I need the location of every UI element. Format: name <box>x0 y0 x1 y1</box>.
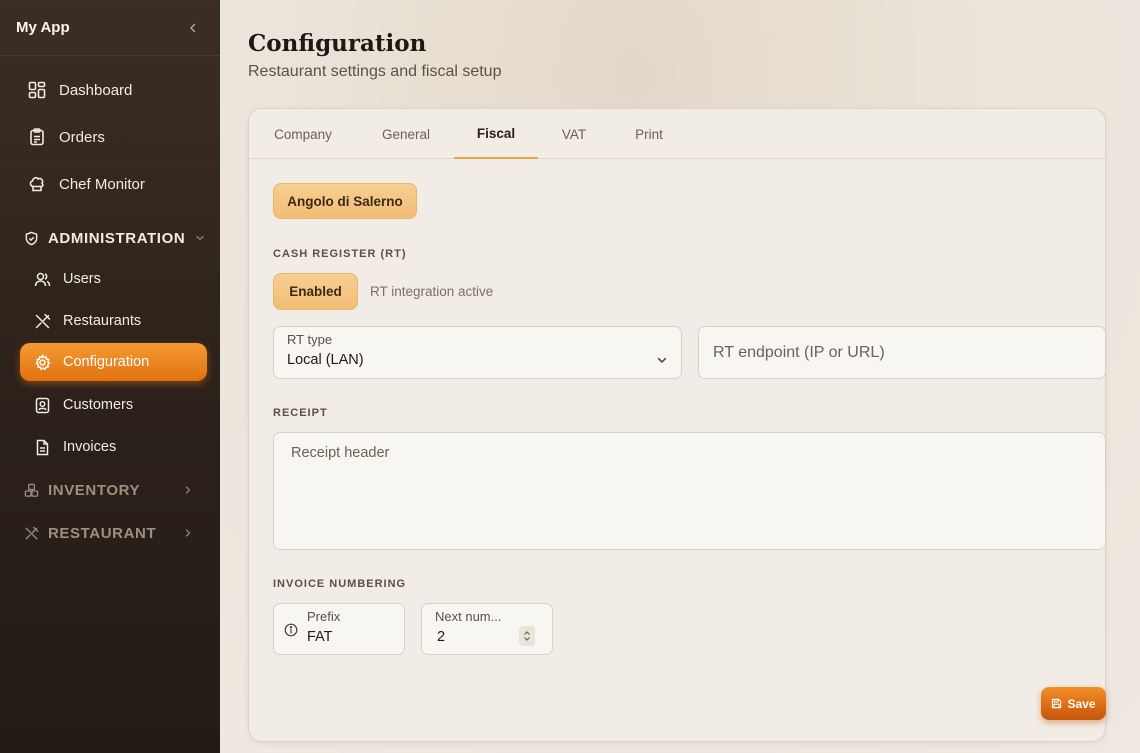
shield-icon <box>25 231 38 245</box>
rt-status-text: RT integration active <box>370 284 494 299</box>
chevron-right-icon <box>185 486 191 494</box>
gear-icon <box>35 353 51 370</box>
rt-endpoint-input[interactable]: RT endpoint (IP or URL) <box>698 326 1106 379</box>
sidebar-item-users[interactable]: Users <box>20 260 207 298</box>
page-title: Configuration <box>248 30 427 57</box>
floppy-disk-icon <box>1052 698 1062 709</box>
sidebar-item-label: Orders <box>59 128 105 146</box>
sidebar-item-configuration[interactable]: Configuration <box>20 343 207 381</box>
receipt-header-textarea[interactable]: Receipt header <box>273 432 1106 550</box>
sidebar-item-chef-monitor[interactable]: Chef Monitor <box>20 165 207 203</box>
sidebar-item-orders[interactable]: Orders <box>20 118 207 156</box>
chevron-down-icon <box>657 357 667 364</box>
sidebar-item-label: Restaurants <box>63 313 142 329</box>
app-title: My App <box>16 19 70 36</box>
sidebar-section-inventory[interactable]: INVENTORY <box>20 475 207 505</box>
sidebar-item-label: Dashboard <box>59 81 133 99</box>
sidebar-item-label: Chef Monitor <box>59 175 145 193</box>
settings-card: Company General Fiscal VAT Print Angolo … <box>248 108 1106 742</box>
utensils-icon <box>25 526 39 539</box>
utensils-icon <box>35 313 51 328</box>
sidebar-item-customers[interactable]: Customers <box>20 386 207 424</box>
sidebar-item-invoices[interactable]: Invoices <box>20 428 207 466</box>
tab-fiscal[interactable]: Fiscal <box>454 109 538 159</box>
sidebar-item-label: Customers <box>63 397 134 413</box>
sidebar: My App Dashboard Orders Chef Monitor ADM… <box>0 0 220 753</box>
cash-register-section-label: CASH REGISTER (RT) <box>273 248 407 260</box>
number-stepper[interactable] <box>519 626 535 646</box>
sidebar-section-administration[interactable]: ADMINISTRATION <box>20 223 207 253</box>
tab-print[interactable]: Print <box>617 109 681 159</box>
save-button[interactable]: Save <box>1041 687 1106 720</box>
sidebar-section-label: INVENTORY <box>48 481 141 499</box>
chevron-right-icon <box>185 529 191 537</box>
prefix-label: Prefix <box>307 609 341 624</box>
rt-type-select[interactable]: RT type Local (LAN) <box>273 326 682 379</box>
invoice-numbering-section-label: INVOICE NUMBERING <box>273 578 407 590</box>
boxes-icon <box>24 483 39 497</box>
tab-general[interactable]: General <box>367 109 445 159</box>
save-label: Save <box>1067 696 1096 711</box>
main-content: Configuration Restaurant settings and fi… <box>220 0 1140 753</box>
clipboard-icon <box>30 128 44 146</box>
users-icon <box>34 272 51 286</box>
chef-hat-icon <box>29 176 44 192</box>
info-icon <box>284 623 298 637</box>
rt-type-label: RT type <box>287 332 333 347</box>
rt-type-value: Local (LAN) <box>287 352 364 368</box>
tab-company[interactable]: Company <box>263 109 343 159</box>
sidebar-header: My App <box>0 0 220 56</box>
restaurant-selector-chip[interactable]: Angolo di Salerno <box>273 183 417 219</box>
invoice-prefix-input[interactable]: Prefix FAT <box>273 603 405 655</box>
rt-endpoint-placeholder: RT endpoint (IP or URL) <box>713 344 885 361</box>
contact-card-icon <box>35 397 50 413</box>
next-number-value: 2 <box>437 629 446 645</box>
dashboard-grid-icon <box>28 81 46 99</box>
receipt-section-label: RECEIPT <box>273 407 328 419</box>
sidebar-item-label: Users <box>63 271 101 287</box>
sidebar-item-label: Configuration <box>63 354 150 370</box>
chevron-down-icon <box>524 637 530 641</box>
sidebar-item-restaurants[interactable]: Restaurants <box>20 302 207 340</box>
next-number-label: Next num... <box>435 609 502 624</box>
receipt-header-placeholder: Receipt header <box>291 445 390 461</box>
collapse-sidebar-button[interactable] <box>184 19 202 37</box>
rt-enabled-toggle[interactable]: Enabled <box>273 273 358 310</box>
page-subtitle: Restaurant settings and fiscal setup <box>248 63 502 80</box>
sidebar-section-label: RESTAURANT <box>48 524 157 542</box>
document-icon <box>36 439 49 455</box>
sidebar-section-label: ADMINISTRATION <box>48 229 186 247</box>
chevron-left-icon <box>190 23 196 32</box>
sidebar-item-dashboard[interactable]: Dashboard <box>20 71 207 109</box>
sidebar-section-restaurant[interactable]: RESTAURANT <box>20 518 207 548</box>
tab-vat[interactable]: VAT <box>547 109 601 159</box>
settings-tabs: Company General Fiscal VAT Print <box>249 109 1105 159</box>
chevron-down-icon <box>196 235 204 241</box>
prefix-value: FAT <box>307 629 333 645</box>
sidebar-item-label: Invoices <box>63 439 117 455</box>
next-number-input[interactable]: Next num... 2 <box>421 603 553 655</box>
